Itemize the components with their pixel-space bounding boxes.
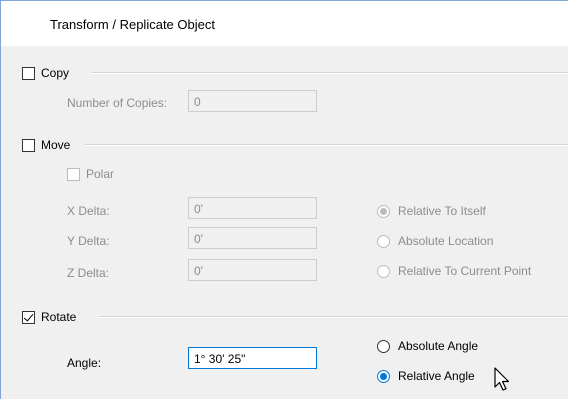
rotate-checkbox-row[interactable]: Rotate: [22, 309, 76, 325]
rotate-group-divider: [99, 316, 568, 318]
z-delta-label: Z Delta:: [67, 266, 110, 280]
radio-relative-to-current-point-button[interactable]: [377, 264, 390, 278]
title-bar: Transform / Replicate Object: [0, 0, 568, 46]
dialog-title: Transform / Replicate Object: [50, 17, 215, 32]
mouse-pointer-icon: [494, 367, 510, 391]
copy-group-divider: [91, 72, 568, 74]
angle-label: Angle:: [67, 356, 102, 370]
polar-label: Polar: [86, 167, 115, 181]
polar-checkbox-row[interactable]: Polar: [67, 166, 114, 182]
x-delta-field[interactable]: 0': [188, 197, 317, 219]
copy-checkbox-row[interactable]: Copy: [22, 65, 69, 81]
radio-relative-to-itself-button[interactable]: [377, 204, 390, 218]
radio-relative-angle-label: Relative Angle: [398, 369, 475, 383]
number-of-copies-field[interactable]: 0: [188, 90, 317, 112]
move-label: Move: [41, 138, 71, 152]
move-group-divider: [85, 144, 568, 146]
number-of-copies-label: Number of Copies:: [67, 96, 168, 110]
radio-absolute-location-label: Absolute Location: [398, 234, 494, 248]
y-delta-label: Y Delta:: [67, 234, 110, 248]
z-delta-field[interactable]: 0': [188, 259, 317, 281]
radio-absolute-location-button[interactable]: [377, 234, 390, 248]
radio-relative-angle-button[interactable]: [377, 369, 390, 383]
radio-relative-to-itself[interactable]: Relative To Itself: [377, 204, 486, 218]
radio-absolute-angle[interactable]: Absolute Angle: [377, 339, 478, 353]
y-delta-field[interactable]: 0': [188, 227, 317, 249]
move-checkbox-row[interactable]: Move: [22, 137, 70, 153]
window-border: [0, 46, 1, 399]
x-delta-label: X Delta:: [67, 204, 110, 218]
radio-relative-to-current-point-label: Relative To Current Point: [398, 264, 532, 278]
rotate-label: Rotate: [41, 310, 77, 324]
radio-absolute-angle-button[interactable]: [377, 339, 390, 353]
polar-checkbox[interactable]: [67, 167, 80, 181]
radio-absolute-angle-label: Absolute Angle: [398, 339, 479, 353]
radio-relative-angle[interactable]: Relative Angle: [377, 369, 475, 383]
radio-relative-to-itself-label: Relative To Itself: [398, 204, 486, 218]
transform-replicate-dialog: Transform / Replicate Object Copy Number…: [0, 0, 568, 399]
move-checkbox[interactable]: [22, 138, 35, 152]
angle-input[interactable]: 1° 30' 25": [188, 347, 317, 369]
rotate-checkbox[interactable]: [22, 310, 35, 324]
copy-label: Copy: [41, 66, 70, 80]
copy-checkbox[interactable]: [22, 66, 35, 80]
radio-relative-to-current-point[interactable]: Relative To Current Point: [377, 264, 531, 278]
radio-absolute-location[interactable]: Absolute Location: [377, 234, 493, 248]
